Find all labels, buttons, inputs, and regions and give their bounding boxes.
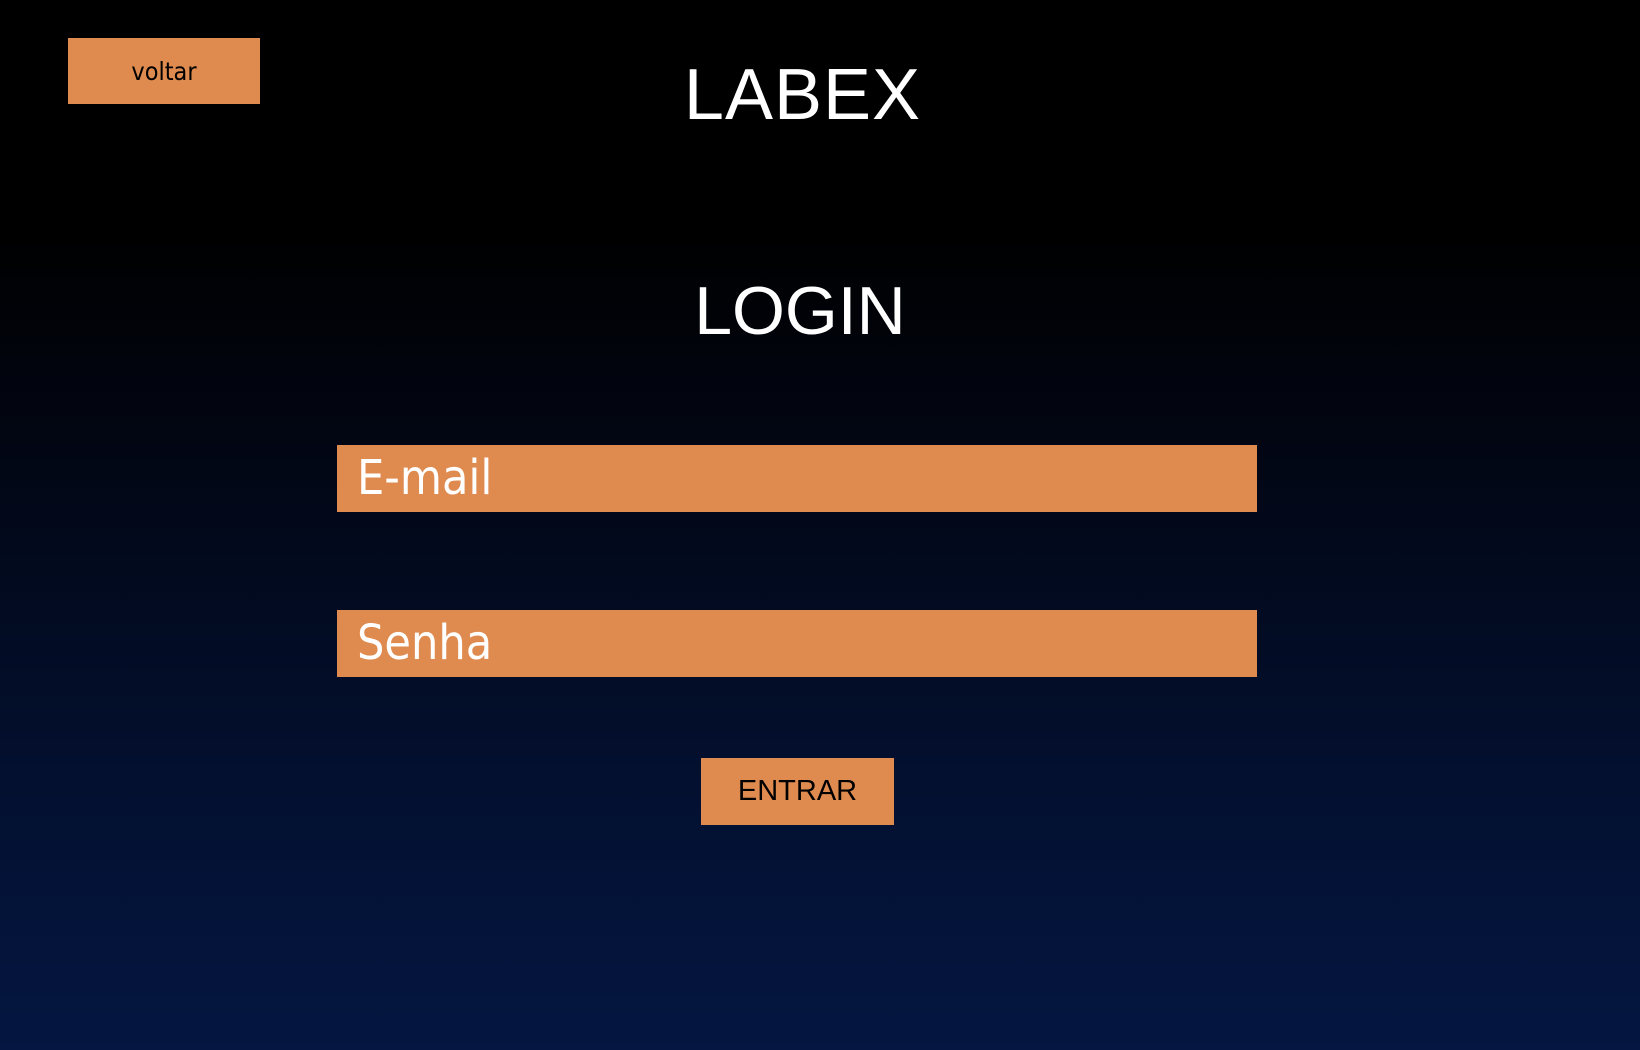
email-field[interactable]	[337, 445, 1257, 512]
login-page: { "colors": { "accent": "#df8b50", "back…	[0, 0, 1640, 1050]
login-heading: LOGIN	[694, 273, 906, 349]
login-button[interactable]: ENTRAR	[701, 758, 894, 825]
app-title: LABEX	[683, 55, 922, 135]
password-field[interactable]	[337, 610, 1257, 677]
